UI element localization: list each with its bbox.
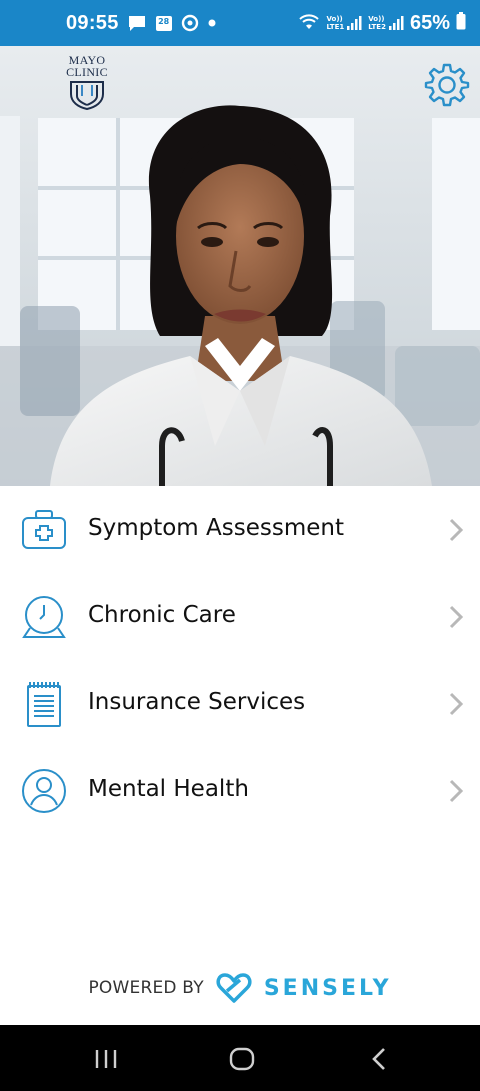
clock-icon: [22, 596, 66, 638]
menu-item-label: Insurance Services: [88, 689, 306, 715]
chevron-right-icon: [449, 518, 464, 542]
powered-by-label: POWERED BY: [88, 978, 204, 998]
gear-icon: [424, 63, 470, 107]
sim1-label: LTE1: [326, 23, 345, 31]
volte-label-2: Vo)): [368, 15, 385, 23]
menu-item-label: Symptom Assessment: [88, 515, 344, 541]
battery-icon: [456, 12, 466, 34]
wifi-icon: [297, 11, 321, 35]
sync-icon: [181, 14, 199, 32]
system-navigation-bar: [0, 1025, 480, 1091]
person-icon: [22, 769, 66, 813]
recent-apps-button[interactable]: [91, 1044, 121, 1074]
calendar-icon: 28: [155, 14, 173, 32]
home-icon: [229, 1047, 255, 1071]
shield-icon: [70, 81, 104, 110]
recent-apps-icon: [95, 1050, 117, 1068]
signal-sim2-icon: Vo)) LTE2: [368, 15, 404, 31]
menu-item-chronic-care[interactable]: Chronic Care: [0, 573, 480, 660]
back-button[interactable]: [365, 1044, 395, 1074]
medical-kit-icon: [22, 510, 66, 549]
mayo-clinic-logo: MAYO CLINIC: [58, 54, 116, 110]
back-icon: [372, 1048, 385, 1070]
sensely-heart-logo-icon: [216, 973, 252, 1003]
chevron-right-icon: [449, 692, 464, 716]
status-time: 09:55: [66, 11, 119, 34]
notification-dot-icon: [207, 18, 217, 28]
status-bar: 09:55 28 Vo)) LTE1 Vo)) LTE2 65%: [0, 0, 480, 46]
document-icon: [27, 682, 61, 727]
menu-item-symptom-assessment[interactable]: Symptom Assessment: [0, 486, 480, 573]
doctor-avatar-hero: MAYO CLINIC: [0, 46, 480, 486]
powered-by-footer: POWERED BY SENSELY: [0, 968, 480, 1008]
chevron-right-icon: [449, 779, 464, 803]
settings-button[interactable]: [424, 62, 470, 108]
menu-item-insurance-services[interactable]: Insurance Services: [0, 660, 480, 747]
doctor-avatar-image: [0, 46, 480, 486]
menu-item-label: Mental Health: [88, 776, 249, 802]
home-button[interactable]: [227, 1044, 257, 1074]
message-icon: [127, 14, 147, 32]
menu-item-mental-health[interactable]: Mental Health: [0, 747, 480, 834]
sim2-label: LTE2: [368, 23, 386, 31]
calendar-day: 28: [158, 17, 170, 26]
battery-level: 65%: [409, 11, 450, 34]
chevron-right-icon: [449, 605, 464, 629]
menu-item-label: Chronic Care: [88, 602, 236, 628]
sensely-brand: SENSELY: [263, 975, 392, 1001]
volte-label: Vo)): [326, 15, 343, 23]
logo-line2: CLINIC: [66, 65, 108, 79]
services-menu: Symptom Assessment Chronic Care Insuranc…: [0, 486, 480, 834]
signal-sim1-icon: Vo)) LTE1: [327, 15, 363, 31]
